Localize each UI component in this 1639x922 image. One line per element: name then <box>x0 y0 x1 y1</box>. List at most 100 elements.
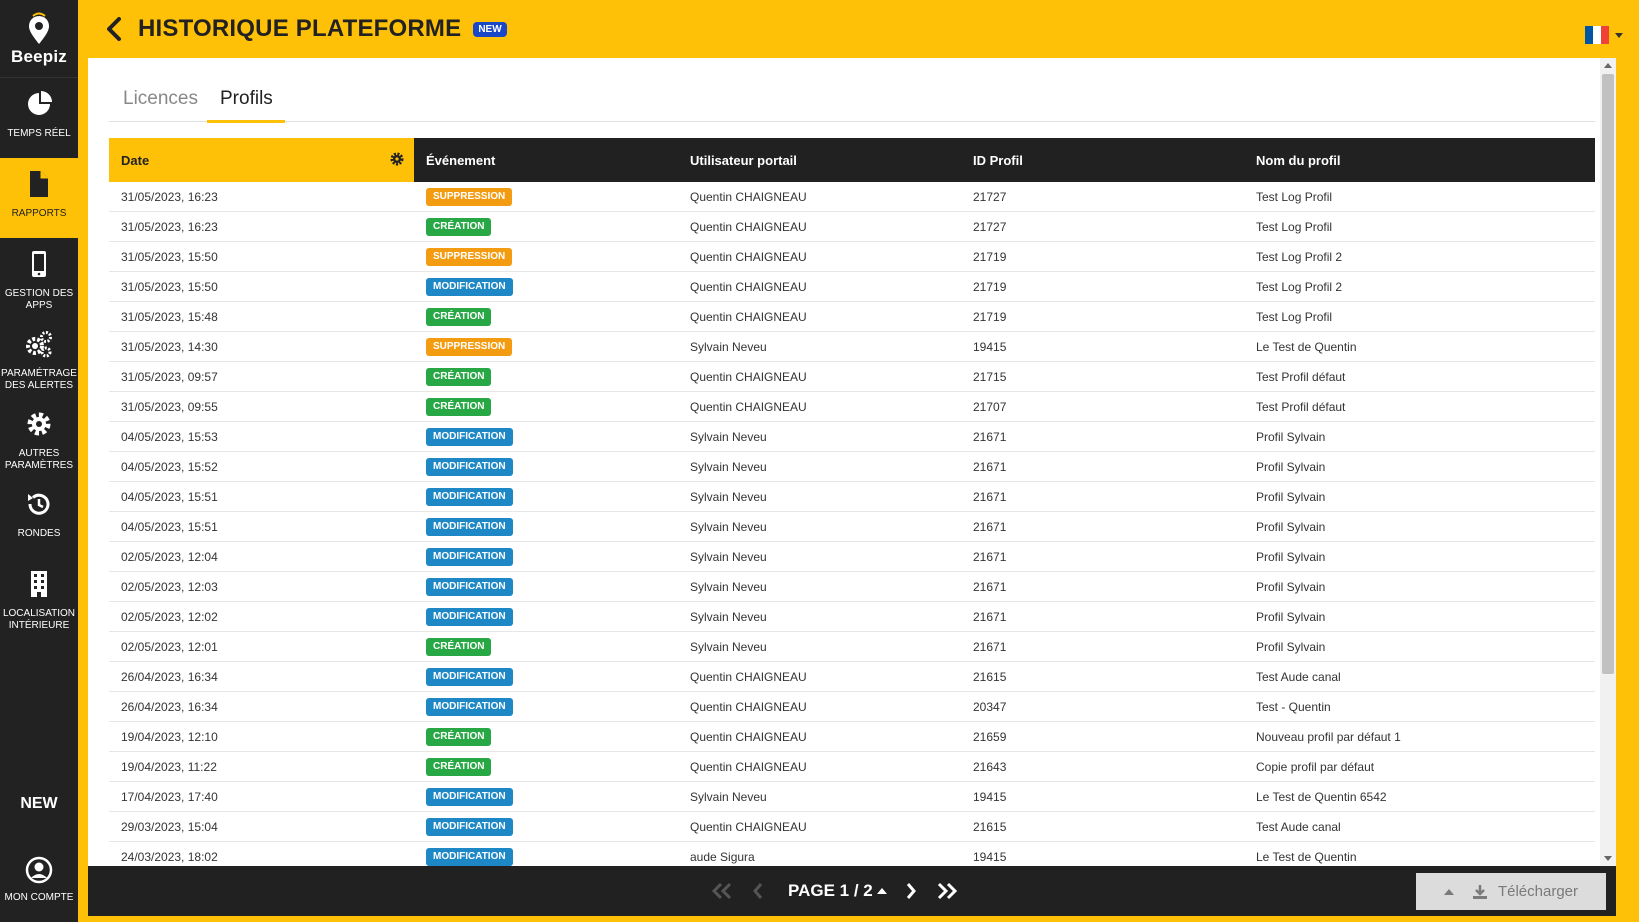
cell-event: MODIFICATION <box>414 577 678 596</box>
sidebar-item-rondes[interactable]: RONDES <box>0 478 78 558</box>
cell-user: Sylvain Neveu <box>690 429 767 444</box>
event-badge: MODIFICATION <box>426 277 513 296</box>
cell-idp: 21671 <box>973 579 1007 594</box>
page-title: HISTORIQUE PLATEFORME <box>138 15 462 42</box>
column-settings-gear-icon[interactable] <box>390 152 404 166</box>
sidebar-item-label: PARAMÉTRAGE DES ALERTES <box>1 368 77 391</box>
cell-user: Quentin CHAIGNEAU <box>690 699 807 714</box>
table-row[interactable]: 04/05/2023, 15:53 MODIFICATION Sylvain Nev… <box>109 422 1595 452</box>
cell-name: Le Test de Quentin <box>1256 339 1357 354</box>
table-row[interactable]: 19/04/2023, 12:10 CRÉATION Quentin CHAIGNE… <box>109 722 1595 752</box>
cell-user: Quentin CHAIGNEAU <box>690 669 807 684</box>
cell-event: CRÉATION <box>414 757 678 776</box>
table-row[interactable]: 04/05/2023, 15:51 MODIFICATION Sylvain Nev… <box>109 482 1595 512</box>
table-row[interactable]: 17/04/2023, 17:40 MODIFICATION Sylvain Nev… <box>109 782 1595 812</box>
table-row[interactable]: 31/05/2023, 09:57 CRÉATION Quentin CHAIGNE… <box>109 362 1595 392</box>
table-row[interactable]: 31/05/2023, 14:30 SUPPRESSION Sylvain Neve… <box>109 332 1595 362</box>
first-page-button[interactable] <box>710 882 734 900</box>
table-row[interactable]: 29/03/2023, 15:04 MODIFICATION Quentin CHA… <box>109 812 1595 842</box>
scroll-up-arrow-icon[interactable] <box>1604 63 1612 68</box>
scroll-down-arrow-icon[interactable] <box>1604 856 1612 861</box>
cell-event: CRÉATION <box>414 217 678 236</box>
table-row[interactable]: 04/05/2023, 15:51 MODIFICATION Sylvain Nev… <box>109 512 1595 542</box>
sidebar-item-autres-parametres[interactable]: AUTRES PARAMÈTRES <box>0 398 78 478</box>
table-row[interactable]: 19/04/2023, 11:22 CRÉATION Quentin CHAIGNE… <box>109 752 1595 782</box>
cell-idp: 21643 <box>973 759 1007 774</box>
pagination: PAGE 1 / 2 <box>710 866 959 916</box>
user-circle-icon <box>25 856 53 884</box>
cell-date: 31/05/2023, 15:48 <box>121 309 218 324</box>
sidebar-item-rapports[interactable]: RAPPORTS <box>0 158 78 238</box>
tab-profils[interactable]: Profils <box>220 88 273 120</box>
event-badge: MODIFICATION <box>426 787 513 806</box>
vertical-scrollbar[interactable] <box>1600 58 1616 866</box>
cell-idp: 21615 <box>973 819 1007 834</box>
next-page-button[interactable] <box>905 882 917 900</box>
cell-name: Profil Sylvain <box>1256 429 1326 444</box>
table-row[interactable]: 26/04/2023, 16:34 MODIFICATION Quentin CHA… <box>109 662 1595 692</box>
column-header-id-profil[interactable]: ID Profil <box>961 138 1244 182</box>
table-row[interactable]: 31/05/2023, 16:23 SUPPRESSION Quentin CHAI… <box>109 182 1595 212</box>
smartphone-icon <box>32 251 46 277</box>
tab-licences[interactable]: Licences <box>123 88 198 110</box>
scrollbar-thumb[interactable] <box>1602 74 1614 674</box>
table-body: 31/05/2023, 16:23 SUPPRESSION Quentin CHAI… <box>109 182 1595 872</box>
cell-user: Sylvain Neveu <box>690 519 767 534</box>
download-button[interactable]: Télécharger <box>1416 873 1606 910</box>
table-row[interactable]: 31/05/2023, 15:50 MODIFICATION Quentin CHA… <box>109 272 1595 302</box>
sidebar-item-parametrage-alertes[interactable]: PARAMÉTRAGE DES ALERTES <box>0 318 78 398</box>
tab-bar: Licences Profils <box>109 58 1595 123</box>
event-badge: CRÉATION <box>426 637 492 656</box>
sidebar-item-mon-compte[interactable]: MON COMPTE <box>0 856 78 904</box>
table-row[interactable]: 31/05/2023, 15:50 SUPPRESSION Quentin CHAI… <box>109 242 1595 272</box>
table-row[interactable]: 31/05/2023, 16:23 CRÉATION Quentin CHAIGNE… <box>109 212 1595 242</box>
new-badge: NEW <box>473 21 507 37</box>
cell-user: Sylvain Neveu <box>690 789 767 804</box>
cell-date: 04/05/2023, 15:53 <box>121 429 218 444</box>
table-row[interactable]: 31/05/2023, 09:55 CRÉATION Quentin CHAIGNE… <box>109 392 1595 422</box>
brand-logo[interactable]: Beepiz <box>0 0 78 78</box>
cell-event: CRÉATION <box>414 307 678 326</box>
sidebar-item-gestion-apps[interactable]: GESTION DES APPS <box>0 238 78 318</box>
cell-idp: 21719 <box>973 279 1007 294</box>
cell-date: 04/05/2023, 15:51 <box>121 519 218 534</box>
cell-event: MODIFICATION <box>414 547 678 566</box>
column-header-nom-profil[interactable]: Nom du profil <box>1244 138 1595 182</box>
sidebar-new-button[interactable]: NEW <box>0 795 78 813</box>
cell-idp: 21671 <box>973 489 1007 504</box>
table-row[interactable]: 02/05/2023, 12:03 MODIFICATION Sylvain Nev… <box>109 572 1595 602</box>
table-row[interactable]: 04/05/2023, 15:52 MODIFICATION Sylvain Nev… <box>109 452 1595 482</box>
cell-event: SUPPRESSION <box>414 187 678 206</box>
table-row[interactable]: 02/05/2023, 12:04 MODIFICATION Sylvain Nev… <box>109 542 1595 572</box>
language-selector[interactable] <box>1585 26 1623 44</box>
cell-user: Quentin CHAIGNEAU <box>690 189 807 204</box>
cell-user: Sylvain Neveu <box>690 639 767 654</box>
last-page-button[interactable] <box>935 882 959 900</box>
sidebar-item-temps-reel[interactable]: TEMPS RÉEL <box>0 78 78 158</box>
cell-date: 17/04/2023, 17:40 <box>121 789 218 804</box>
column-header-date[interactable]: Date <box>109 138 414 182</box>
cell-idp: 21707 <box>973 399 1007 414</box>
cell-event: MODIFICATION <box>414 487 678 506</box>
cell-idp: 21727 <box>973 189 1007 204</box>
table-row[interactable]: 02/05/2023, 12:01 CRÉATION Sylvain Neveu 21… <box>109 632 1595 662</box>
double-chevron-right-icon <box>937 882 957 900</box>
cell-name: Profil Sylvain <box>1256 459 1326 474</box>
column-header-utilisateur[interactable]: Utilisateur portail <box>678 138 961 182</box>
cell-name: Test Log Profil <box>1256 309 1333 324</box>
page-select-caret-icon[interactable] <box>876 888 887 894</box>
sidebar-item-localisation-interieure[interactable]: LOCALISATION INTÉRIEURE <box>0 558 78 638</box>
back-arrow-icon[interactable] <box>102 17 126 41</box>
table-row[interactable]: 31/05/2023, 15:48 CRÉATION Quentin CHAIGNE… <box>109 302 1595 332</box>
cell-idp: 21671 <box>973 429 1007 444</box>
page-indicator: PAGE 1 / 2 <box>788 881 873 900</box>
event-badge: MODIFICATION <box>426 577 513 596</box>
column-header-evenement[interactable]: Événement <box>414 138 678 182</box>
cell-idp: 21715 <box>973 369 1007 384</box>
previous-page-button[interactable] <box>752 882 764 900</box>
brand-name: Beepiz <box>11 47 67 66</box>
table-row[interactable]: 02/05/2023, 12:02 MODIFICATION Sylvain Nev… <box>109 602 1595 632</box>
table-row[interactable]: 26/04/2023, 16:34 MODIFICATION Quentin CHA… <box>109 692 1595 722</box>
cell-idp: 21671 <box>973 639 1007 654</box>
cell-idp: 21727 <box>973 219 1007 234</box>
